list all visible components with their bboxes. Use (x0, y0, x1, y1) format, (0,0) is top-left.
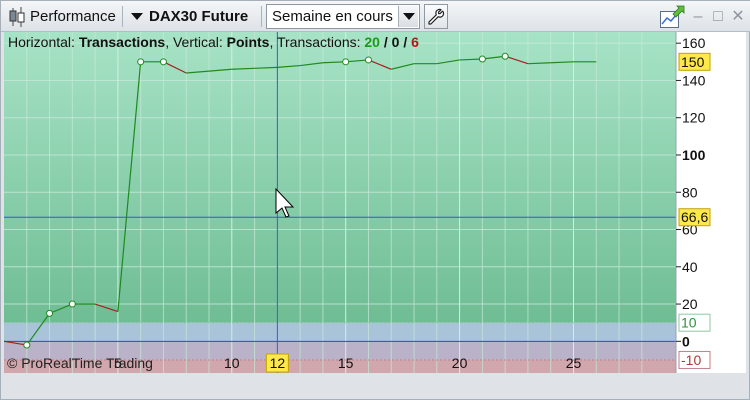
vertical-value: Points (226, 34, 270, 50)
y-tick-label: 20 (682, 296, 698, 312)
period-value: Semaine en cours (272, 8, 393, 25)
wrench-icon (428, 8, 445, 25)
x-tick-label: 15 (338, 355, 354, 371)
instrument-selector[interactable]: DAX30 Future (127, 4, 252, 29)
chart-header: Horizontal: Transactions, Vertical: Poin… (8, 34, 419, 50)
window-controls: – □ ✕ (659, 4, 745, 29)
settings-button[interactable] (424, 4, 448, 29)
period-select[interactable]: Semaine en cours (266, 4, 420, 29)
trade-marker[interactable] (364, 56, 372, 64)
toolbar-separator (122, 6, 123, 27)
trade-marker[interactable] (501, 52, 509, 60)
chevron-down-icon (131, 13, 143, 20)
transactions-label: , Transactions: (269, 34, 361, 50)
count-separator: / (379, 34, 392, 50)
window-frame: Performance DAX30 Future Semaine en cour… (0, 0, 750, 400)
wins-count: 20 (364, 34, 380, 50)
y-tick-label: 80 (682, 184, 698, 200)
horizontal-label: Horizontal: (8, 34, 75, 50)
trade-marker[interactable] (68, 300, 76, 308)
close-icon[interactable]: ✕ (731, 8, 745, 24)
trade-marker[interactable] (478, 55, 486, 63)
copyright-text: © ProRealTime Trading (7, 355, 153, 371)
x-tick-label: 20 (452, 355, 468, 371)
horizontal-value: Transactions (78, 34, 166, 50)
losses-count: 6 (411, 34, 419, 50)
dropdown-arrow-icon[interactable] (398, 6, 418, 27)
instrument-label: DAX30 Future (149, 8, 249, 25)
candlestick-icon (9, 6, 25, 27)
y-tick-label: 140 (682, 72, 706, 88)
count-separator: / (399, 34, 412, 50)
trade-marker[interactable] (46, 309, 54, 317)
lower-band-label: -10 (681, 352, 701, 368)
x-tick-label: 10 (224, 355, 240, 371)
vertical-label: , Vertical: (165, 34, 223, 50)
performance-label: Performance (30, 8, 116, 25)
y-tick-label: 100 (682, 147, 706, 163)
trade-marker[interactable] (342, 58, 350, 66)
chart-export-icon[interactable] (659, 5, 685, 29)
y-tick-label: 40 (682, 259, 698, 275)
performance-chart[interactable]: 16014012010080604020010-1015066,65 10 15 20… (4, 32, 746, 373)
upper-band-label: 10 (681, 315, 697, 331)
y-tick-label: 0 (682, 333, 690, 349)
performance-button[interactable]: Performance (4, 4, 120, 29)
trade-marker[interactable] (159, 58, 167, 66)
y-tick-label: 120 (682, 110, 706, 126)
cursor-y-label: 66,6 (681, 209, 708, 225)
neutral-band-upper (4, 322, 676, 342)
toolbar: Performance DAX30 Future Semaine en cour… (1, 1, 750, 32)
plot-area-positive (4, 32, 676, 323)
minimize-icon[interactable]: – (691, 8, 705, 24)
x-tick-label: 25 (566, 355, 582, 371)
cursor-x-label: 12 (270, 355, 286, 371)
trade-marker[interactable] (23, 341, 31, 349)
last-value-label: 150 (681, 54, 705, 70)
trade-marker[interactable] (137, 58, 145, 66)
maximize-icon[interactable]: □ (711, 8, 725, 24)
toolbar-separator (261, 6, 262, 27)
y-tick-label: 160 (682, 35, 706, 51)
